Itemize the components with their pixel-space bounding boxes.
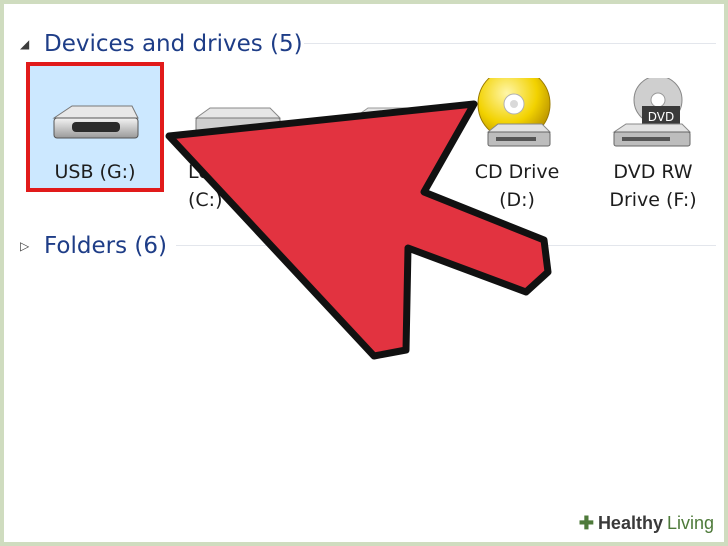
watermark-brand: Healthy	[597, 512, 663, 533]
red-arrow-icon	[165, 100, 552, 360]
watermark: ✚ Healthy Living	[572, 508, 720, 538]
explorer-pane: ◢ Devices and drives (5) USB (G:) Local …	[4, 4, 724, 542]
watermark-brand-suffix: Living	[666, 512, 714, 533]
leaf-icon: ✚	[578, 512, 594, 533]
